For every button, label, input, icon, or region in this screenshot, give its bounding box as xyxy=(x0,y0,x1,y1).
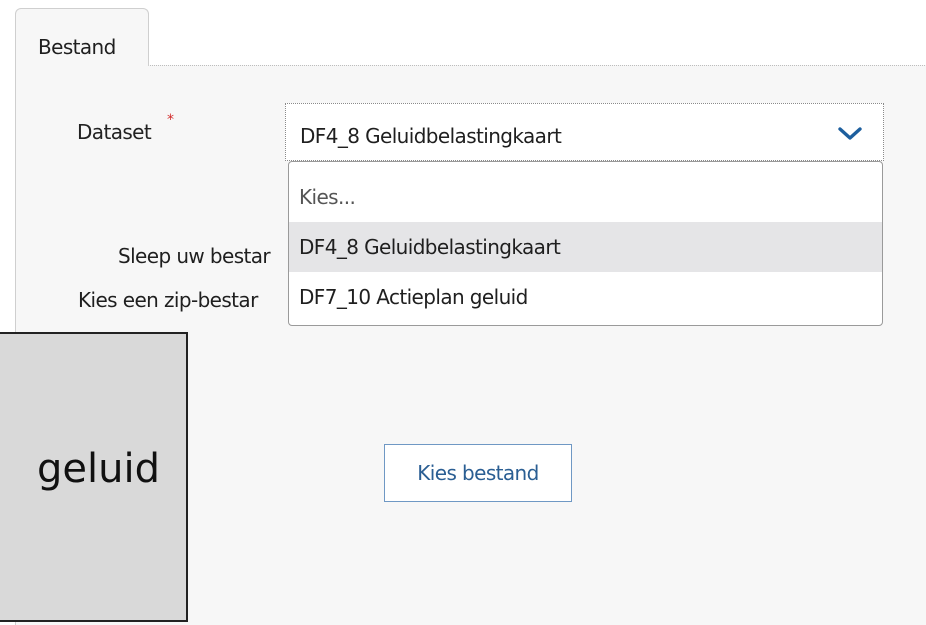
dropzone-instruction: Sleep uw bestar xyxy=(118,244,271,268)
dropdown-option-df4-8[interactable]: DF4_8 Geluidbelastingkaart xyxy=(289,222,882,272)
dataset-select[interactable]: DF4_8 Geluidbelastingkaart xyxy=(285,103,884,161)
required-marker: * xyxy=(167,112,174,128)
choose-file-button[interactable]: Kies bestand xyxy=(384,444,572,502)
zoom-overlay: geluid xyxy=(0,332,188,622)
dataset-dropdown-list: Kies... DF4_8 Geluidbelastingkaart DF7_1… xyxy=(288,161,883,326)
zoom-overlay-text: geluid xyxy=(37,446,160,492)
tab-bestand-label: Bestand xyxy=(38,35,116,59)
tab-bestand[interactable]: Bestand xyxy=(15,8,149,66)
dropdown-option-placeholder[interactable]: Kies... xyxy=(289,172,882,222)
dropzone-instruction-zip: Kies een zip-bestar xyxy=(78,288,258,312)
chevron-down-icon[interactable] xyxy=(837,126,863,142)
dataset-label: Dataset xyxy=(77,120,152,144)
dataset-select-value: DF4_8 Geluidbelastingkaart xyxy=(300,124,562,148)
dropdown-option-df7-10[interactable]: DF7_10 Actieplan geluid xyxy=(289,272,882,322)
